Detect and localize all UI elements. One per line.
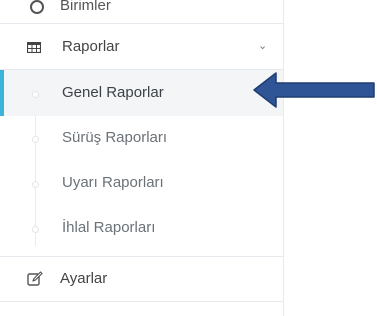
table-icon <box>27 42 41 53</box>
submenu-item-label: Genel Raporlar <box>62 84 164 101</box>
submenu-item-label: Sürüş Raporları <box>62 129 168 146</box>
circle-icon <box>30 0 44 14</box>
submenu-item-label: Uyarı Raporları <box>62 174 164 191</box>
sidebar-group-raporlar[interactable]: Raporlar ⌄ <box>0 25 283 70</box>
submenu-item-uyari-raporlari[interactable]: Uyarı Raporları <box>0 160 283 206</box>
chevron-down-icon: ⌄ <box>258 40 268 52</box>
sidebar-item-label: Ayarlar <box>60 270 108 287</box>
tree-dot <box>32 181 39 188</box>
submenu-raporlar: Genel Raporlar Sürüş Raporları Uyarı Rap… <box>0 70 283 256</box>
sidebar: Birimler Raporlar ⌄ Genel Raporlar Sürüş… <box>0 0 284 316</box>
submenu-item-label: İhlal Raporları <box>62 219 156 236</box>
tree-dot <box>32 91 39 98</box>
active-indicator <box>0 70 4 116</box>
tree-dot <box>32 136 39 143</box>
submenu-item-genel-raporlar[interactable]: Genel Raporlar <box>0 70 283 116</box>
tree-dot <box>32 226 39 233</box>
submenu-item-surus-raporlari[interactable]: Sürüş Raporları <box>0 115 283 161</box>
sidebar-item-label: Birimler <box>60 0 111 14</box>
arrow-left-icon <box>253 72 375 108</box>
sidebar-item-birimler[interactable]: Birimler <box>0 0 283 24</box>
edit-icon <box>27 271 43 286</box>
sidebar-group-label: Raporlar <box>62 38 120 55</box>
submenu-item-ihlal-raporlari[interactable]: İhlal Raporları <box>0 205 283 251</box>
sidebar-item-ayarlar[interactable]: Ayarlar <box>0 256 283 302</box>
